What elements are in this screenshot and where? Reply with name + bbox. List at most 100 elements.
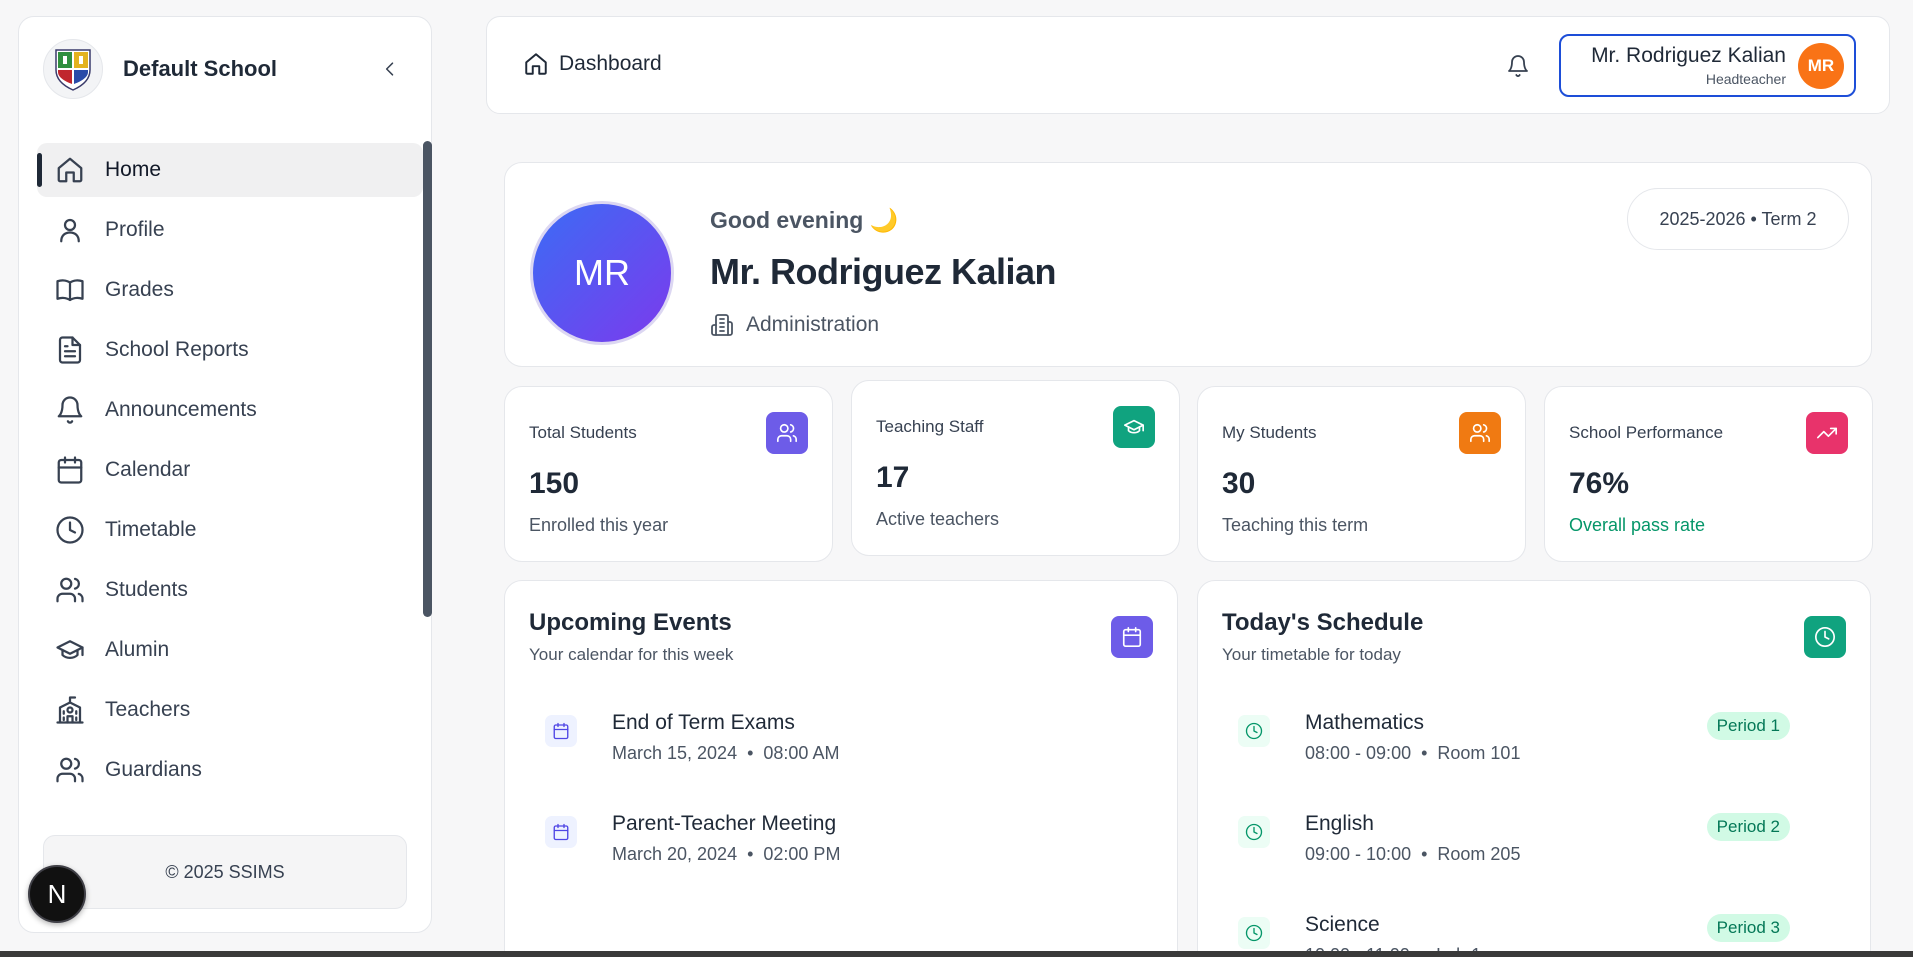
greeting-card: MR Good evening 🌙 Mr. Rodriguez Kalian A…: [504, 162, 1872, 367]
school-logo: [43, 39, 103, 99]
book-icon: [56, 279, 84, 302]
stat-title: Teaching Staff: [876, 417, 984, 436]
profile-avatar: MR: [530, 201, 674, 345]
greeting-department: Administration: [710, 313, 879, 337]
stat-card-my-students[interactable]: My Students 30 Teaching this term: [1197, 386, 1526, 562]
sidebar-nav: Home Profile Grades School Reports Annou…: [37, 143, 423, 803]
avatar: MR: [1798, 42, 1844, 89]
stat-card-teaching-staff[interactable]: Teaching Staff 17 Active teachers: [851, 380, 1180, 556]
event-item[interactable]: End of Term Exams March 15, 2024 • 08:00 A…: [545, 707, 1137, 777]
schedule-meta: 09:00 - 10:00 • Room 205: [1305, 844, 1520, 865]
calendar-icon: [545, 816, 577, 848]
sidebar-item-guardians[interactable]: Guardians: [37, 743, 423, 797]
department-label: Administration: [746, 313, 880, 336]
sidebar-item-teachers[interactable]: Teachers: [37, 683, 423, 737]
school-icon: [56, 696, 84, 724]
schedule-item[interactable]: English 09:00 - 10:00 • Room 205 Period 2: [1238, 808, 1790, 878]
sidebar-footer: © 2025 SSIMS: [43, 835, 407, 909]
schedule-time: 09:00 - 10:00: [1305, 844, 1412, 864]
sidebar-item-label: Calendar: [105, 458, 191, 481]
collapse-sidebar-button[interactable]: [375, 54, 405, 84]
sidebar-item-label: Home: [105, 158, 162, 181]
sidebar-item-label: Guardians: [105, 758, 202, 781]
moon-icon: 🌙: [869, 207, 899, 233]
users-icon: [56, 757, 84, 783]
stat-value: 76%: [1569, 467, 1630, 500]
clock-icon: [56, 516, 84, 544]
graduation-cap-icon: [56, 640, 84, 659]
greeting-text: Good evening 🌙: [710, 207, 898, 234]
window-bottom-edge: [0, 951, 1913, 957]
user-name: Mr. Rodriguez Kalian: [1591, 44, 1786, 68]
user-chip-text: Mr. Rodriguez Kalian Headteacher: [1575, 44, 1798, 86]
user-menu-button[interactable]: Mr. Rodriguez Kalian Headteacher MR: [1559, 34, 1856, 97]
event-item[interactable]: Parent-Teacher Meeting March 20, 2024 • 02…: [545, 808, 1137, 878]
calendar-icon: [57, 456, 83, 484]
sidebar-item-school-reports[interactable]: School Reports: [37, 323, 423, 377]
graduation-cap-icon: [1113, 406, 1155, 448]
stat-subtitle: Active teachers: [876, 509, 1000, 529]
event-title: End of Term Exams: [612, 711, 795, 734]
breadcrumb-label: Dashboard: [559, 52, 662, 75]
home-icon: [525, 53, 547, 75]
stat-subtitle: Enrolled this year: [529, 515, 669, 535]
event-date: March 15, 2024: [612, 743, 738, 763]
event-meta: March 20, 2024 • 02:00 PM: [612, 844, 840, 865]
stat-card-school-performance[interactable]: School Performance 76% Overall pass rate: [1544, 386, 1873, 562]
sidebar-item-timetable[interactable]: Timetable: [37, 503, 423, 557]
sidebar-item-calendar[interactable]: Calendar: [37, 443, 423, 497]
schedule-item[interactable]: Mathematics 08:00 - 09:00 • Room 101 Perio…: [1238, 707, 1790, 777]
panel-subtitle: Your calendar for this week: [529, 645, 734, 664]
bell-icon: [1508, 55, 1528, 77]
sidebar-item-grades[interactable]: Grades: [37, 263, 423, 317]
stat-value: 30: [1222, 467, 1256, 500]
stat-title: School Performance: [1569, 423, 1724, 442]
stat-subtitle: Overall pass rate: [1569, 515, 1706, 535]
sidebar-item-home[interactable]: Home: [37, 143, 423, 197]
sidebar-item-alumin[interactable]: Alumin: [37, 623, 423, 677]
sidebar: Default School Home Profile Grades Schoo…: [18, 16, 432, 933]
panel-title: Upcoming Events: [529, 609, 732, 636]
clock-icon: [1238, 816, 1270, 848]
stat-value: 17: [876, 461, 910, 494]
stat-value: 150: [529, 467, 580, 500]
breadcrumb[interactable]: Dashboard: [523, 51, 662, 77]
stat-title: Total Students: [529, 423, 637, 442]
clock-icon: [1804, 616, 1846, 658]
greeting-name: Mr. Rodriguez Kalian: [710, 251, 1057, 292]
sidebar-scrollbar[interactable]: [423, 141, 432, 617]
notifications-button[interactable]: [1501, 49, 1535, 83]
schedule-subject: Science: [1305, 913, 1380, 936]
schedule-room: Room 101: [1437, 743, 1521, 763]
sidebar-item-label: Grades: [105, 278, 174, 301]
clock-icon: [1238, 715, 1270, 747]
sidebar-item-students[interactable]: Students: [37, 563, 423, 617]
sidebar-item-label: School Reports: [105, 338, 249, 361]
sidebar-item-label: Alumin: [105, 638, 170, 661]
dev-tools-button[interactable]: N: [28, 865, 86, 923]
separator-dot: •: [747, 844, 754, 864]
schedule-meta: 08:00 - 09:00 • Room 101: [1305, 743, 1520, 764]
user-icon: [60, 218, 80, 243]
sidebar-item-announcements[interactable]: Announcements: [37, 383, 423, 437]
event-time: 02:00 PM: [763, 844, 841, 864]
user-role: Headteacher: [1705, 70, 1786, 87]
schedule-subject: English: [1305, 812, 1374, 835]
schedule-room: Room 205: [1437, 844, 1521, 864]
calendar-icon: [545, 715, 577, 747]
separator-dot: •: [1421, 743, 1428, 763]
period-badge: Period 1: [1706, 712, 1790, 740]
clock-icon: [1238, 917, 1270, 949]
schedule-subject: Mathematics: [1305, 711, 1425, 734]
schedule-time: 08:00 - 09:00: [1305, 743, 1412, 763]
building-icon: [711, 314, 733, 336]
term-selector[interactable]: 2025-2026 • Term 2: [1627, 188, 1849, 250]
period-badge: Period 2: [1706, 813, 1790, 841]
panel-title: Today's Schedule: [1222, 609, 1424, 636]
separator-dot: •: [747, 743, 754, 763]
sidebar-item-label: Announcements: [105, 398, 257, 421]
stat-card-total-students[interactable]: Total Students 150 Enrolled this year: [504, 386, 833, 562]
panel-subtitle: Your timetable for today: [1222, 645, 1401, 664]
schedule-item[interactable]: Science 10:00 - 11:00•Lab 1 Period 3: [1238, 909, 1790, 957]
sidebar-item-profile[interactable]: Profile: [37, 203, 423, 257]
